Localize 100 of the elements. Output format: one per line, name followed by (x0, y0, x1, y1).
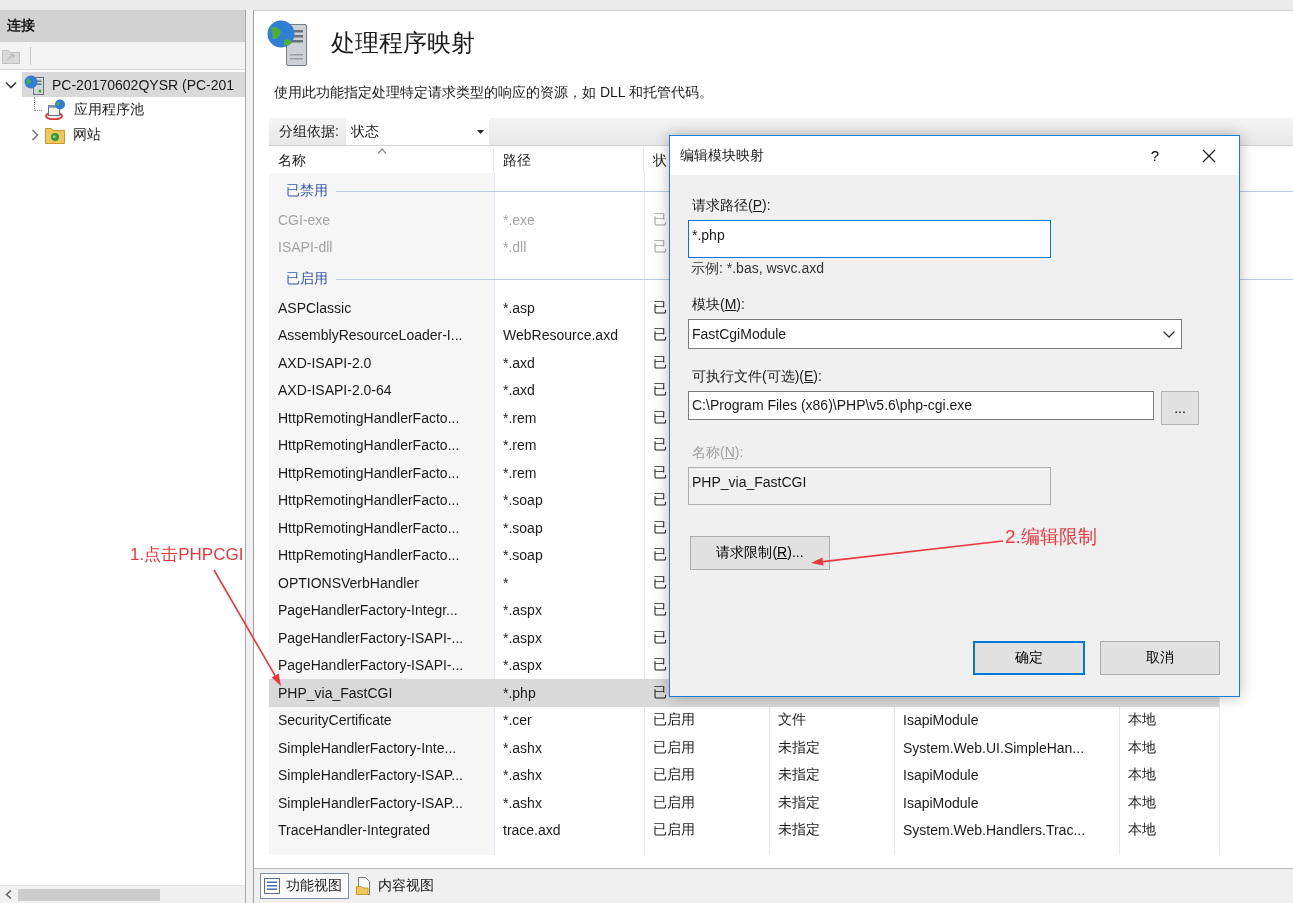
table-cell: HttpRemotingHandlerFacto... (278, 409, 460, 426)
column-header[interactable]: 名称 (278, 151, 306, 170)
table-cell: SimpleHandlerFactory-Inte... (278, 739, 457, 756)
list-icon (264, 878, 280, 894)
table-cell: System.Web.Handlers.Trac... (903, 822, 1086, 839)
executable-path-field[interactable]: C:\Program Files (x86)\PHP\v5.6\php-cgi.exe (688, 391, 1154, 420)
table-cell: *.axd (503, 382, 535, 399)
chevron-down-icon (1163, 330, 1175, 338)
globe-server-icon (267, 20, 309, 66)
column-header[interactable]: 状 (653, 151, 667, 170)
document-icon (356, 877, 372, 895)
table-cell: IsapiModule (903, 712, 979, 729)
table-cell: 已 (653, 408, 667, 425)
dialog-button[interactable]: 取消 (1100, 641, 1220, 675)
table-cell: PageHandlerFactory-ISAPI-... (278, 657, 464, 674)
table-cell: 本地 (1128, 738, 1156, 755)
table-cell: 已启用 (653, 711, 695, 728)
table-cell: 已 (653, 518, 667, 535)
table-row[interactable]: SecurityCertificate *.cer 已启用 文件 IsapiModule 本地 (269, 706, 1219, 734)
table-cell: 已 (653, 656, 667, 673)
view-tab[interactable]: 功能视图 (260, 873, 349, 899)
table-cell: SecurityCertificate (278, 712, 392, 729)
table-cell: 已 (653, 463, 667, 480)
tree-item[interactable]: PC-20170602QYSR (PC-201 (22, 72, 245, 97)
table-cell: *.soap (503, 519, 543, 536)
tree-item[interactable]: 应用程序池 (43, 97, 148, 122)
chevron-right-icon[interactable] (31, 128, 39, 141)
group-by-label: 分组依据: (278, 121, 340, 141)
module-select[interactable]: FastCgiModule (688, 319, 1182, 349)
table-cell: *.axd (503, 354, 535, 371)
group-by-dropdown[interactable]: 状态 (345, 118, 489, 145)
table-cell: 已 (653, 683, 667, 700)
example-hint: 示例: *.bas, wsvc.axd (690, 259, 825, 277)
table-cell: 文件 (778, 711, 806, 728)
table-cell: 未指定 (778, 821, 820, 838)
table-row[interactable]: TraceHandler-Integrated trace.axd 已启用 未指定 System.Web.Handlers.Trac... 本地 (269, 816, 1219, 844)
table-cell: AssemblyResourceLoader-I... (278, 327, 463, 344)
column-header[interactable]: 路径 (503, 151, 531, 170)
table-cell: *.aspx (503, 629, 542, 646)
table-cell: OPTIONSVerbHandler (278, 574, 419, 591)
table-cell: 本地 (1128, 766, 1156, 783)
text-field[interactable]: *.php (688, 220, 1051, 258)
table-row[interactable]: SimpleHandlerFactory-ISAP... *.ashx 已启用 未指定 IsapiModule 本地 (269, 789, 1219, 817)
table-cell: PageHandlerFactory-ISAPI-... (278, 629, 464, 646)
pane-header: 连接 (0, 10, 245, 42)
chevron-down-icon[interactable] (5, 80, 17, 89)
horizontal-scrollbar[interactable] (0, 885, 245, 903)
field-label: 请求路径(P): (691, 196, 771, 215)
table-cell: 已启用 (653, 821, 695, 838)
table-cell: *.ashx (503, 739, 542, 756)
table-cell: 已 (653, 601, 667, 618)
table-cell: 已 (653, 298, 667, 315)
table-cell: ISAPI-dll (278, 239, 333, 256)
table-cell: 已 (653, 573, 667, 590)
table-cell: ASPClassic (278, 299, 352, 316)
table-cell: 本地 (1128, 793, 1156, 810)
table-row[interactable]: SimpleHandlerFactory-ISAP... *.ashx 已启用 未指定 IsapiModule 本地 (269, 761, 1219, 789)
table-cell: 已启用 (653, 738, 695, 755)
table-cell: TraceHandler-Integrated (278, 822, 430, 839)
table-cell: * (503, 574, 509, 591)
table-cell: 已启用 (653, 766, 695, 783)
tree-item[interactable]: 网站 (43, 122, 105, 147)
table-cell: HttpRemotingHandlerFacto... (278, 437, 460, 454)
dialog-button[interactable]: 确定 (973, 641, 1085, 675)
table-cell: 已 (653, 491, 667, 508)
browse-button[interactable]: ... (1161, 391, 1199, 425)
close-button[interactable] (1201, 147, 1217, 164)
globe-window-icon (45, 99, 66, 120)
table-cell: 已 (653, 238, 667, 255)
table-cell: 已 (653, 210, 667, 227)
table-cell: *.soap (503, 547, 543, 564)
scrollbar-thumb[interactable] (18, 888, 160, 901)
table-cell: PHP_via_FastCGI (278, 684, 393, 701)
table-cell: HttpRemotingHandlerFacto... (278, 464, 460, 481)
table-cell: 已 (653, 326, 667, 343)
field-label: 模块(M): (691, 295, 745, 314)
table-cell: *.aspx (503, 602, 542, 619)
view-tab[interactable]: 内容视图 (352, 873, 441, 899)
close-icon (1202, 148, 1216, 163)
table-cell: 未指定 (778, 766, 820, 783)
scroll-left-icon[interactable] (5, 890, 12, 899)
field-label: 名称(N): (691, 443, 744, 462)
table-cell: *.asp (503, 299, 535, 316)
table-cell: WebResource.axd (503, 327, 618, 344)
table-cell: *.rem (503, 409, 537, 426)
field-label: 可执行文件(可选)(E): (691, 367, 822, 386)
table-cell: *.exe (503, 211, 535, 228)
table-cell: *.soap (503, 492, 543, 509)
table-cell: 已 (653, 353, 667, 370)
request-restrictions-button[interactable]: 请求限制(R)... (690, 536, 830, 570)
table-cell: IsapiModule (903, 767, 979, 784)
table-cell: AXD-ISAPI-2.0-64 (278, 382, 392, 399)
table-cell: HttpRemotingHandlerFacto... (278, 492, 460, 509)
help-button[interactable]: ? (1145, 147, 1165, 164)
page-description: 使用此功能指定处理特定请求类型的响应的资源，如 DLL 和托管代码。 (274, 83, 713, 102)
folder-globe-icon (45, 125, 65, 144)
table-cell: 已 (653, 628, 667, 645)
table-cell: HttpRemotingHandlerFacto... (278, 547, 460, 564)
table-row[interactable]: SimpleHandlerFactory-Inte... *.ashx 已启用 未指定 System.Web.UI.SimpleHan... 本地 (269, 734, 1219, 762)
table-cell: *.rem (503, 464, 537, 481)
